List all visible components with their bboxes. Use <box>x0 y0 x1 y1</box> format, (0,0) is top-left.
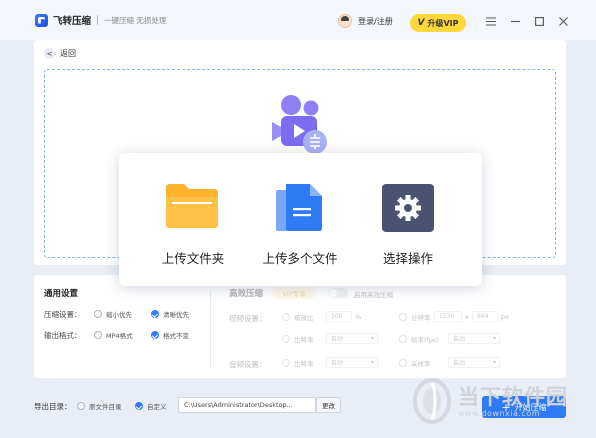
app-logo-icon <box>35 13 48 27</box>
audio-settings-label: 音频设置： <box>229 360 267 369</box>
upload-files-button[interactable]: 上传多个文件 <box>240 153 360 286</box>
radio-label: 原文件目录 <box>89 403 122 411</box>
upload-folder-button[interactable]: 上传文件夹 <box>133 153 253 286</box>
back-arrow-icon: < <box>44 48 55 59</box>
radio-circle <box>77 402 85 410</box>
radio-custom-dir[interactable]: 自定义 <box>135 401 167 411</box>
radio-circle <box>282 313 290 321</box>
advanced-toggle[interactable] <box>328 288 348 298</box>
select-action-button[interactable]: 选择操作 <box>348 153 468 286</box>
fps-select[interactable]: 自动 ▾ <box>448 333 500 344</box>
radio-label: 采样率 <box>411 360 431 368</box>
watermark-logo-icon <box>413 378 451 424</box>
radio-circle <box>399 335 407 343</box>
upload-files-label: 上传多个文件 <box>262 251 338 266</box>
sample-rate-select[interactable]: 自动 ▾ <box>448 357 500 368</box>
select-action-label: 选择操作 <box>382 251 433 266</box>
video-compress-icon <box>272 95 327 154</box>
radio-circle <box>282 335 290 343</box>
scale-input[interactable]: 100 <box>326 311 352 322</box>
scale-unit: % <box>355 313 362 321</box>
select-value: 自动 <box>453 360 466 367</box>
menu-icon[interactable] <box>483 13 499 29</box>
radio-label: 比特率 <box>294 360 314 368</box>
radio-label: 分辨率 <box>411 314 431 322</box>
radio-label: 帧率(fps) <box>411 336 439 344</box>
advanced-compress-title: 高效压缩 <box>229 289 264 299</box>
chevron-down-icon: ▾ <box>370 335 374 342</box>
check-icon <box>151 310 159 318</box>
radio-circle <box>94 310 102 318</box>
audio-bitrate-select[interactable]: 自动 ▾ <box>326 357 378 368</box>
video-bitrate-select[interactable]: 自动 ▾ <box>326 333 378 344</box>
radio-video-bitrate[interactable]: 比特率 <box>282 334 314 344</box>
radio-label: 清晰优先 <box>163 311 189 319</box>
avatar-icon <box>338 14 352 28</box>
radio-label: 缩小优先 <box>106 311 132 319</box>
minimize-icon[interactable] <box>507 13 523 29</box>
radio-audio-bitrate[interactable]: 比特率 <box>282 358 314 368</box>
app-name: 飞转压缩 <box>53 16 92 27</box>
radio-label: 缩放比 <box>294 314 314 322</box>
watermark-en: www.downxia.com <box>458 408 541 418</box>
site-watermark: 当下软件园 www.downxia.com <box>410 372 596 430</box>
radio-sample-rate[interactable]: 采样率 <box>399 358 431 368</box>
login-button[interactable]: 登录/注册 <box>338 14 393 28</box>
radio-label: 比特率 <box>294 336 314 344</box>
upload-menu: 上传文件夹 上传多个文件 选择操作 <box>119 153 482 286</box>
select-value: 自动 <box>331 360 344 367</box>
radio-clarity-first[interactable]: 清晰优先 <box>151 309 189 319</box>
video-settings-label: 视频设置： <box>229 314 267 323</box>
output-format-label: 输出格式： <box>44 331 82 340</box>
radio-shrink-first[interactable]: 缩小优先 <box>94 309 132 319</box>
maximize-icon[interactable] <box>531 13 547 29</box>
chevron-down-icon: ▾ <box>492 335 496 342</box>
radio-keep-format[interactable]: 格式不变 <box>151 330 189 340</box>
radio-fps[interactable]: 帧率(fps) <box>399 334 439 344</box>
chevron-down-icon: ▾ <box>492 359 496 366</box>
advanced-toggle-label: 启用高效压缩 <box>354 291 393 299</box>
compress-setting-label: 压缩设置： <box>44 310 82 319</box>
export-dir-label: 导出目录： <box>34 402 72 411</box>
resolution-x: × <box>464 313 470 321</box>
radio-circle <box>94 331 102 339</box>
upload-folder-label: 上传文件夹 <box>161 251 225 266</box>
general-settings-title: 通用设置 <box>44 289 79 299</box>
back-label: 返回 <box>60 49 76 58</box>
login-label: 登录/注册 <box>358 16 393 26</box>
resolution-unit: px <box>501 313 509 321</box>
select-value: 自动 <box>453 336 466 343</box>
resolution-height-input[interactable]: 864 <box>472 311 498 322</box>
output-path-input[interactable]: C:\Users\Administrator\Desktop... <box>178 397 316 413</box>
radio-source-dir[interactable]: 原文件目录 <box>77 401 122 411</box>
close-icon[interactable] <box>555 13 571 29</box>
check-icon <box>135 402 143 410</box>
title-divider <box>97 15 99 25</box>
radio-label: MP4格式 <box>106 332 133 340</box>
radio-label: 格式不变 <box>163 332 189 340</box>
vip-exclusive-tag: VIP专享 <box>272 287 316 299</box>
vip-icon: V <box>417 18 425 28</box>
watermark-cn: 当下软件园 <box>458 384 568 409</box>
chevron-down-icon: ▾ <box>370 359 374 366</box>
app-slogan: 一键压缩 无损处理 <box>104 15 167 25</box>
check-icon <box>151 331 159 339</box>
radio-circle <box>399 313 407 321</box>
radio-scale[interactable]: 缩放比 <box>282 312 314 322</box>
radio-mp4-format[interactable]: MP4格式 <box>94 330 133 340</box>
files-icon <box>276 184 322 231</box>
select-value: 自动 <box>331 336 344 343</box>
resolution-width-input[interactable]: 1536 <box>434 311 462 322</box>
upgrade-vip-label: 升级VIP <box>427 18 459 28</box>
back-button[interactable]: < 返回 <box>44 48 76 59</box>
radio-circle <box>399 359 407 367</box>
settings-divider <box>210 290 211 368</box>
gear-icon <box>382 184 434 232</box>
change-dir-button[interactable]: 更改 <box>316 397 341 413</box>
radio-circle <box>282 359 290 367</box>
radio-label: 自定义 <box>147 403 167 411</box>
folder-icon <box>166 184 218 228</box>
upgrade-vip-button[interactable]: V 升级VIP <box>410 14 466 32</box>
radio-resolution[interactable]: 分辨率 <box>399 312 431 322</box>
